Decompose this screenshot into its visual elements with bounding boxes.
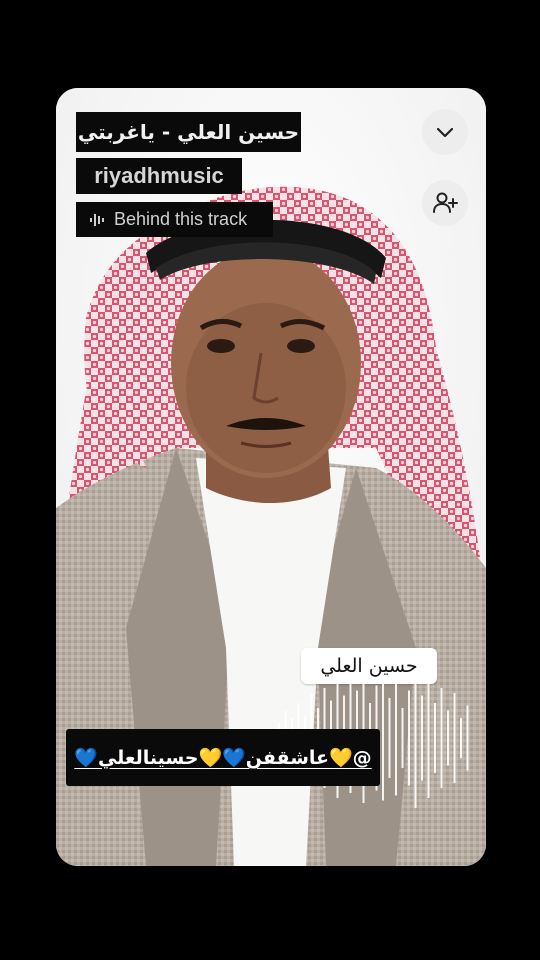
mention-text[interactable]: @💛عاشقفن💙💛حسينالعلي💙 bbox=[74, 746, 371, 769]
equalizer-bar bbox=[401, 708, 404, 768]
sound-wave-icon bbox=[90, 213, 104, 226]
equalizer-bar bbox=[408, 690, 410, 786]
equalizer-bar bbox=[447, 710, 449, 766]
mention-bar[interactable]: @💛عاشقفن💙💛حسينالعلي💙 bbox=[66, 729, 380, 786]
equalizer-bar bbox=[427, 678, 430, 798]
equalizer-bar bbox=[466, 705, 469, 771]
add-user-icon bbox=[433, 192, 458, 213]
song-title: حسين العلي - ياغربتي bbox=[76, 112, 301, 152]
equalizer-bar bbox=[395, 680, 397, 796]
equalizer-bar bbox=[414, 668, 417, 808]
equalizer-bar bbox=[421, 695, 423, 781]
behind-this-track-button[interactable]: Behind this track bbox=[76, 202, 273, 237]
video-screen: حسين العلي - ياغربتي riyadhmusic Behind … bbox=[0, 0, 540, 960]
equalizer-bar bbox=[460, 718, 462, 758]
equalizer-bar bbox=[440, 688, 443, 788]
equalizer-bar bbox=[382, 675, 384, 801]
equalizer-bar bbox=[388, 698, 391, 778]
collapse-button[interactable] bbox=[422, 109, 468, 155]
follow-button[interactable] bbox=[422, 180, 468, 226]
chevron-down-icon bbox=[436, 127, 454, 138]
equalizer-bar bbox=[453, 693, 456, 783]
behind-this-track-label: Behind this track bbox=[114, 209, 248, 229]
channel-name[interactable]: riyadhmusic bbox=[76, 158, 242, 194]
equalizer-bar bbox=[434, 703, 436, 773]
